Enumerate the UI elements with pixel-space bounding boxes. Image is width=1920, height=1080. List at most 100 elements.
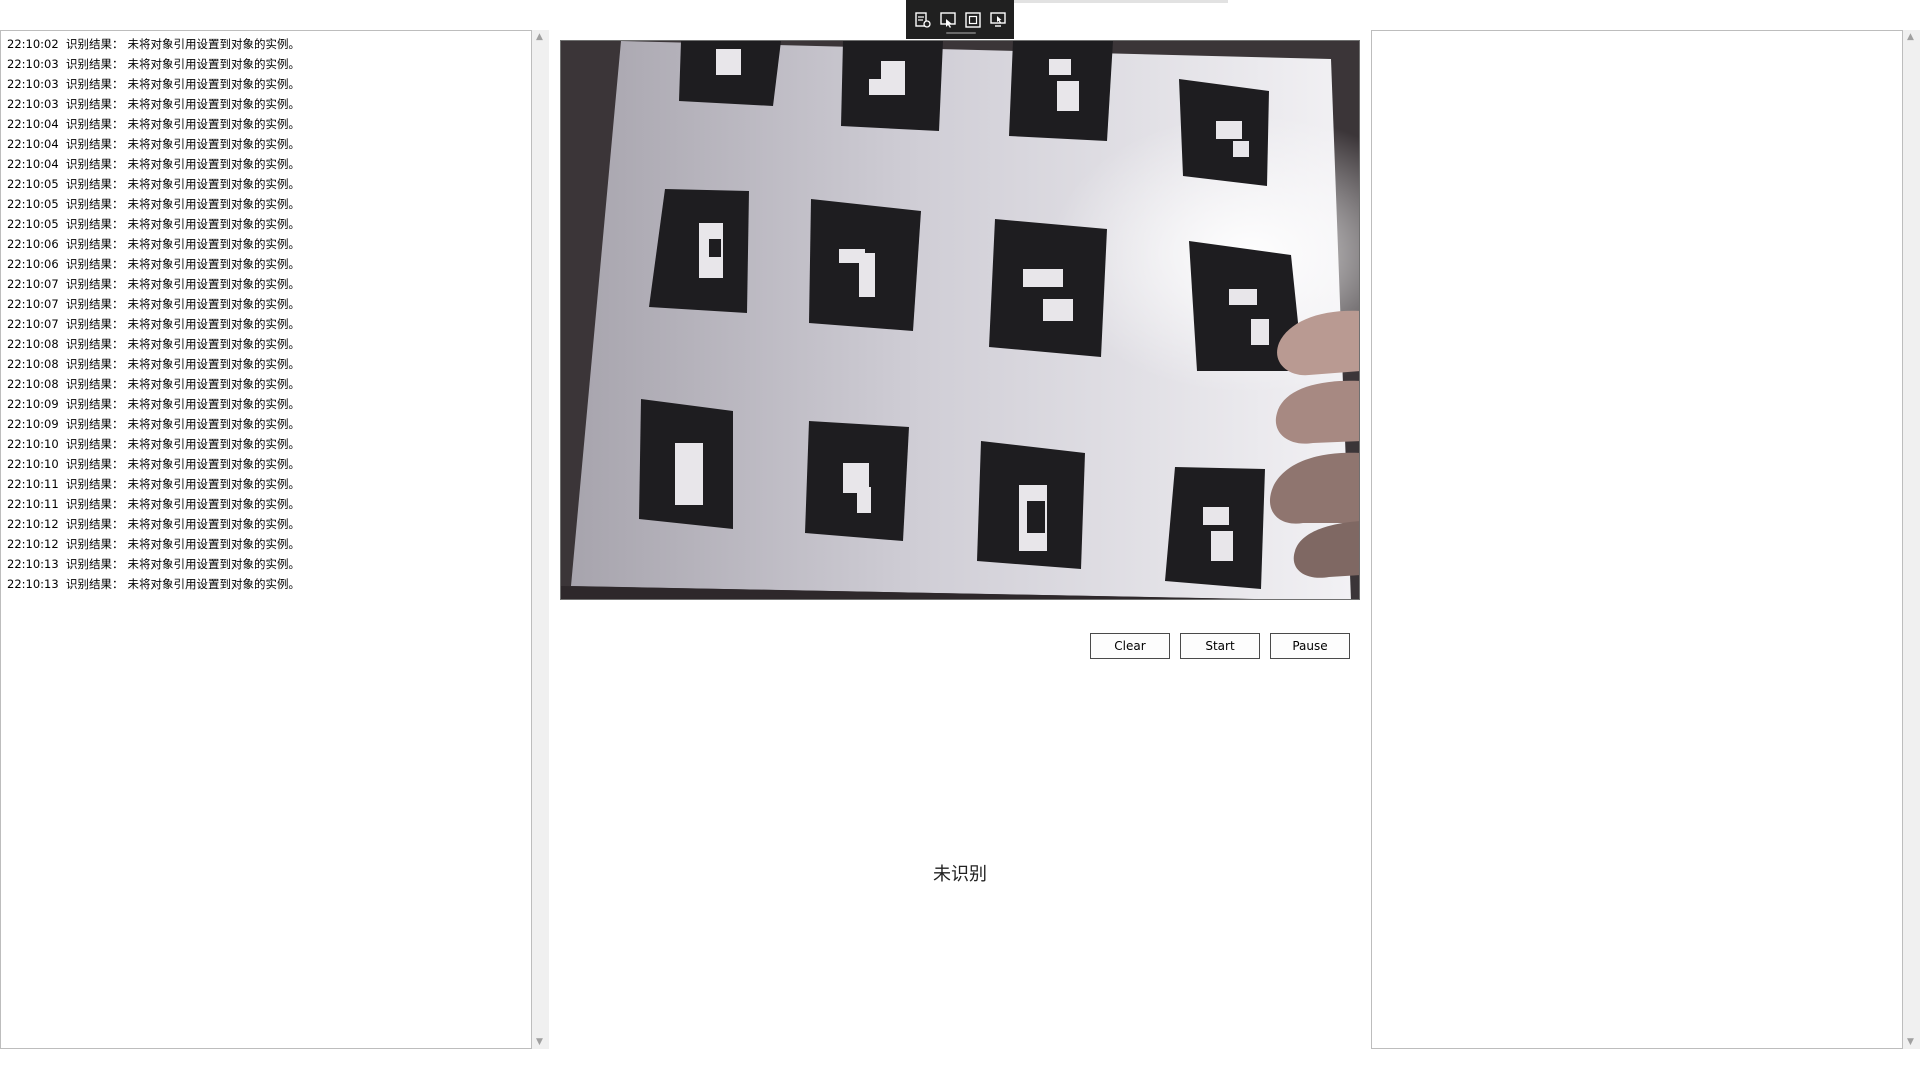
log-entry-label: 识别结果： [66,297,124,311]
region-capture-icon[interactable] [963,10,983,30]
log-entry-time: 22:10:04 [7,137,59,151]
log-entry-message: 未将对象引用设置到对象的实例。 [127,197,301,211]
scroll-down-icon[interactable]: ▼ [536,1037,543,1047]
log-entry-message: 未将对象引用设置到对象的实例。 [127,217,301,231]
list-settings-icon[interactable] [913,10,933,30]
log-entry: 22:10:06 识别结果： 未将对象引用设置到对象的实例。 [7,234,531,254]
log-entry-label: 识别结果： [66,357,124,371]
log-entry-label: 识别结果： [66,237,124,251]
result-scrollbar[interactable]: ▲ ▼ [1903,30,1920,1049]
log-entry-message: 未将对象引用设置到对象的实例。 [127,277,301,291]
log-entry: 22:10:07 识别结果： 未将对象引用设置到对象的实例。 [7,274,531,294]
log-entry-message: 未将对象引用设置到对象的实例。 [127,417,301,431]
log-entry-message: 未将对象引用设置到对象的实例。 [127,137,301,151]
log-entry-time: 22:10:13 [7,557,59,571]
log-entry-label: 识别结果： [66,397,124,411]
log-entry: 22:10:02 识别结果： 未将对象引用设置到对象的实例。 [7,34,531,54]
scroll-up-icon[interactable]: ▲ [536,32,543,42]
log-entry-message: 未将对象引用设置到对象的实例。 [127,537,301,551]
log-entry-message: 未将对象引用设置到对象的实例。 [127,57,301,71]
log-entry-time: 22:10:12 [7,537,59,551]
log-entry-message: 未将对象引用设置到对象的实例。 [127,157,301,171]
window-capture-icon[interactable] [938,10,958,30]
log-entry-time: 22:10:10 [7,457,59,471]
log-entry-label: 识别结果： [66,437,124,451]
log-entry-message: 未将对象引用设置到对象的实例。 [127,477,301,491]
log-entry-label: 识别结果： [66,137,124,151]
log-entry-label: 识别结果： [66,557,124,571]
log-entry-time: 22:10:08 [7,337,59,351]
log-entry-time: 22:10:03 [7,57,59,71]
log-entry-time: 22:10:05 [7,177,59,191]
log-entry: 22:10:10 识别结果： 未将对象引用设置到对象的实例。 [7,434,531,454]
log-entry-time: 22:10:09 [7,417,59,431]
log-entry-message: 未将对象引用设置到对象的实例。 [127,37,301,51]
log-entry-label: 识别结果： [66,177,124,191]
log-entry-label: 识别结果： [66,217,124,231]
log-entry-message: 未将对象引用设置到对象的实例。 [127,317,301,331]
recognition-log-panel[interactable]: 22:10:02 识别结果： 未将对象引用设置到对象的实例。 22:10:03 识别结果… [0,30,532,1049]
log-entry-time: 22:10:06 [7,237,59,251]
log-entry: 22:10:05 识别结果： 未将对象引用设置到对象的实例。 [7,174,531,194]
log-entry-message: 未将对象引用设置到对象的实例。 [127,557,301,571]
camera-frame-image [561,41,1359,599]
toolbar-drag-handle[interactable] [946,32,976,34]
log-entry-time: 22:10:07 [7,297,59,311]
log-entry: 22:10:12 识别结果： 未将对象引用设置到对象的实例。 [7,534,531,554]
log-entry: 22:10:07 识别结果： 未将对象引用设置到对象的实例。 [7,314,531,334]
log-entry: 22:10:06 识别结果： 未将对象引用设置到对象的实例。 [7,254,531,274]
log-entry-time: 22:10:08 [7,377,59,391]
log-entry-message: 未将对象引用设置到对象的实例。 [127,117,301,131]
log-entry: 22:10:05 识别结果： 未将对象引用设置到对象的实例。 [7,194,531,214]
log-entry-message: 未将对象引用设置到对象的实例。 [127,257,301,271]
log-entry-time: 22:10:04 [7,157,59,171]
log-entry: 22:10:13 识别结果： 未将对象引用设置到对象的实例。 [7,554,531,574]
camera-preview [560,40,1360,600]
log-entry-label: 识别结果： [66,477,124,491]
log-entry-time: 22:10:07 [7,277,59,291]
log-entry: 22:10:07 识别结果： 未将对象引用设置到对象的实例。 [7,294,531,314]
log-entry-time: 22:10:11 [7,477,59,491]
start-button[interactable]: Start [1180,633,1260,659]
log-entry-label: 识别结果： [66,417,124,431]
log-entry-time: 22:10:09 [7,397,59,411]
toolbar-divider [1014,0,1228,3]
log-entry-label: 识别结果： [66,577,124,591]
log-scrollbar[interactable]: ▲ ▼ [532,30,549,1049]
log-entry-label: 识别结果： [66,277,124,291]
log-entry-message: 未将对象引用设置到对象的实例。 [127,297,301,311]
log-entry-label: 识别结果： [66,57,124,71]
screen-capture-icon[interactable] [988,10,1008,30]
log-entry: 22:10:04 识别结果： 未将对象引用设置到对象的实例。 [7,114,531,134]
log-entry-time: 22:10:11 [7,497,59,511]
log-entry-label: 识别结果： [66,537,124,551]
log-entry: 22:10:08 识别结果： 未将对象引用设置到对象的实例。 [7,334,531,354]
log-entry-time: 22:10:02 [7,37,59,51]
log-entry-time: 22:10:06 [7,257,59,271]
log-entry-label: 识别结果： [66,377,124,391]
scroll-up-icon[interactable]: ▲ [1907,32,1914,42]
log-entry-label: 识别结果： [66,497,124,511]
log-entry-label: 识别结果： [66,257,124,271]
result-output-panel[interactable] [1371,30,1903,1049]
log-entry-message: 未将对象引用设置到对象的实例。 [127,497,301,511]
log-entry-label: 识别结果： [66,157,124,171]
scroll-down-icon[interactable]: ▼ [1907,1037,1914,1047]
log-entry-time: 22:10:13 [7,577,59,591]
log-entry-time: 22:10:03 [7,77,59,91]
log-entry-time: 22:10:12 [7,517,59,531]
clear-button[interactable]: Clear [1090,633,1170,659]
log-entry-label: 识别结果： [66,97,124,111]
capture-toolbar [906,0,1014,39]
log-entry-time: 22:10:08 [7,357,59,371]
log-entry-time: 22:10:04 [7,117,59,131]
recognition-log-list: 22:10:02 识别结果： 未将对象引用设置到对象的实例。 22:10:03 识别结果… [1,31,531,594]
log-entry-message: 未将对象引用设置到对象的实例。 [127,517,301,531]
log-entry-label: 识别结果： [66,197,124,211]
log-entry-message: 未将对象引用设置到对象的实例。 [127,377,301,391]
pause-button[interactable]: Pause [1270,633,1350,659]
log-entry-time: 22:10:05 [7,217,59,231]
log-entry-message: 未将对象引用设置到对象的实例。 [127,97,301,111]
log-entry-message: 未将对象引用设置到对象的实例。 [127,337,301,351]
log-entry: 22:10:13 识别结果： 未将对象引用设置到对象的实例。 [7,574,531,594]
